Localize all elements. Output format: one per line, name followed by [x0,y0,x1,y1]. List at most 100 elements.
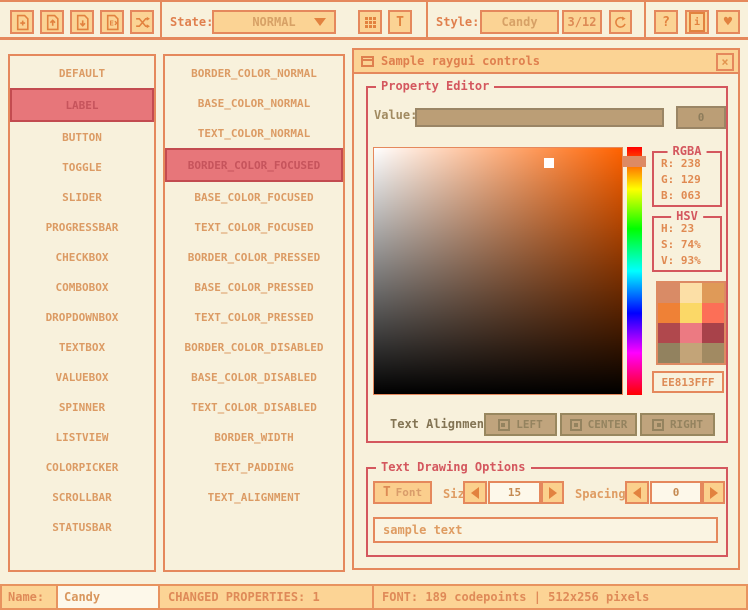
list-item[interactable]: STATUSBAR [10,512,154,542]
align-left-icon [498,419,510,431]
list-item[interactable]: TOGGLE [10,152,154,182]
align-center-toggle[interactable]: CENTER [560,413,637,436]
state-dropdown[interactable]: NORMAL [212,10,336,34]
palette-swatch[interactable] [680,283,702,303]
list-item[interactable]: COLORPICKER [10,452,154,482]
list-item[interactable]: DEFAULT [10,58,154,88]
size-value-box[interactable]: 15 [488,481,541,504]
spacing-value: 0 [673,486,680,499]
list-item[interactable]: TEXT_COLOR_DISABLED [165,392,343,422]
value-box[interactable]: 0 [676,106,726,129]
list-item[interactable]: SPINNER [10,392,154,422]
list-item[interactable]: DROPDOWNBOX [10,302,154,332]
load-style-button[interactable] [40,10,64,34]
list-item[interactable]: SCROLLBAR [10,482,154,512]
random-style-button[interactable] [130,10,154,34]
value-box-text: 0 [698,111,705,124]
list-item[interactable]: TEXT_PADDING [165,452,343,482]
save-style-button[interactable] [70,10,94,34]
value-slider[interactable] [415,108,664,127]
spacing-increment-button[interactable] [702,481,725,504]
list-item[interactable]: BORDER_COLOR_DISABLED [165,332,343,362]
font-button-label: Font [396,486,423,499]
file-plus-icon [14,14,31,31]
spacing-decrement-button[interactable] [625,481,649,504]
list-item[interactable]: BORDER_COLOR_FOCUSED [165,148,343,182]
list-item[interactable]: TEXT_COLOR_PRESSED [165,302,343,332]
text-options-title: Text Drawing Options [376,460,531,474]
list-item[interactable]: BORDER_COLOR_PRESSED [165,242,343,272]
list-item[interactable]: PROGRESSBAR [10,212,154,242]
hue-bar-knob[interactable] [623,156,646,167]
hex-color-textbox[interactable]: EE813FFF [652,371,724,393]
new-style-button[interactable] [10,10,34,34]
palette-swatch[interactable] [702,343,724,363]
heart-icon: ♥ [724,14,732,30]
list-item[interactable]: TEXT_ALIGNMENT [165,482,343,512]
style-name-button[interactable]: Candy [480,10,559,34]
palette-swatch[interactable] [680,343,702,363]
export-style-button[interactable]: E [100,10,124,34]
reload-style-button[interactable] [609,10,632,34]
list-item[interactable]: BUTTON [10,122,154,152]
size-increment-button[interactable] [541,481,564,504]
style-name-input[interactable]: Candy [56,584,160,610]
list-item[interactable]: BORDER_WIDTH [165,422,343,452]
size-decrement-button[interactable] [463,481,487,504]
color-picker-panel[interactable] [373,147,623,395]
statusbar-changed-section: CHANGED PROPERTIES: 1 [158,584,374,610]
table-view-button[interactable] [358,10,382,34]
reload-icon [613,15,628,30]
color-palette [656,281,726,365]
list-item[interactable]: LABEL [10,88,154,122]
rgba-g-value: G: 129 [654,172,720,188]
palette-swatch[interactable] [658,283,680,303]
toolbar-divider [426,2,428,37]
value-label: Value: [374,108,417,122]
palette-swatch[interactable] [658,303,680,323]
hue-bar[interactable] [627,147,642,395]
palette-swatch[interactable] [680,303,702,323]
list-item[interactable]: TEXT_COLOR_FOCUSED [165,212,343,242]
align-center-label: CENTER [588,418,628,431]
list-item[interactable]: COMBOBOX [10,272,154,302]
palette-swatch[interactable] [702,283,724,303]
list-item[interactable]: LISTVIEW [10,422,154,452]
align-right-label: RIGHT [670,418,703,431]
info-icon: i [689,12,705,32]
list-item[interactable]: BASE_COLOR_PRESSED [165,272,343,302]
hsv-h-value: H: 23 [654,221,720,237]
sample-controls-window: Sample raygui controls × Property Editor… [352,48,740,570]
sponsor-button[interactable]: ♥ [716,10,740,34]
help-button[interactable]: ? [654,10,678,34]
list-item[interactable]: TEXT_COLOR_NORMAL [165,118,343,148]
align-right-icon [652,419,664,431]
grid-icon [363,15,378,30]
palette-swatch[interactable] [702,323,724,343]
font-button[interactable]: T Font [373,481,432,504]
align-right-toggle[interactable]: RIGHT [640,413,715,436]
spacing-value-box[interactable]: 0 [650,481,702,504]
list-item[interactable]: TEXTBOX [10,332,154,362]
palette-swatch[interactable] [702,303,724,323]
list-item[interactable]: SLIDER [10,182,154,212]
list-item[interactable]: BORDER_COLOR_NORMAL [165,58,343,88]
palette-swatch[interactable] [658,343,680,363]
about-button[interactable]: i [685,10,709,34]
list-item[interactable]: CHECKBOX [10,242,154,272]
window-titlebar[interactable]: Sample raygui controls [354,50,738,74]
window-close-button[interactable]: × [716,53,734,71]
sample-text-box[interactable]: sample text [373,517,718,543]
rgba-group: RGBA R: 238 G: 129 B: 063 [652,151,722,207]
font-view-button[interactable]: T [388,10,412,34]
color-picker-cursor[interactable] [544,158,554,168]
list-item[interactable]: BASE_COLOR_DISABLED [165,362,343,392]
list-item[interactable]: BASE_COLOR_FOCUSED [165,182,343,212]
align-left-toggle[interactable]: LEFT [484,413,557,436]
list-item[interactable]: VALUEBOX [10,362,154,392]
palette-swatch[interactable] [658,323,680,343]
palette-swatch[interactable] [680,323,702,343]
svg-text:E: E [109,18,113,27]
list-item[interactable]: BASE_COLOR_NORMAL [165,88,343,118]
text-icon: T [396,15,404,30]
